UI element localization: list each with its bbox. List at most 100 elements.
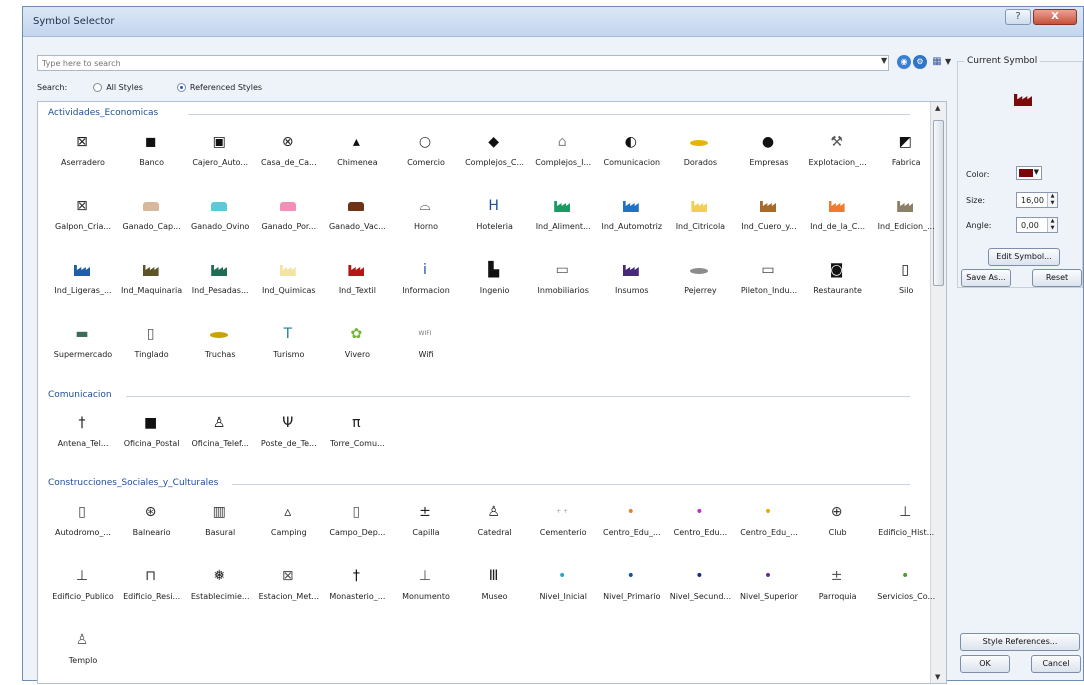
symbol-item[interactable]: ♙ Oficina_Telef... <box>185 412 255 466</box>
symbol-item[interactable]: Insumos <box>597 259 667 313</box>
symbol-item[interactable]: WIFI Wifi <box>391 323 461 377</box>
symbol-item[interactable]: i Informacion <box>391 259 461 313</box>
symbol-item[interactable]: ▙ Ingenio <box>460 259 530 313</box>
symbol-item[interactable]: ♙ Catedral <box>460 501 530 555</box>
size-spinner-arrows-icon[interactable]: ▲ ▼ <box>1047 193 1057 207</box>
symbol-item[interactable]: ▬ Supermercado <box>48 323 118 377</box>
symbol-item[interactable]: π Torre_Comu... <box>322 412 392 466</box>
symbol-item[interactable]: Ind_de_la_C... <box>803 195 873 249</box>
symbol-item[interactable]: Ganado_Vac... <box>322 195 392 249</box>
symbol-item[interactable]: Ganado_Cap... <box>117 195 187 249</box>
symbol-item[interactable]: ◩ Fabrica <box>871 131 941 185</box>
symbol-item[interactable]: ◆ Complejos_C... <box>460 131 530 185</box>
symbol-item[interactable]: • Servicios_Co... <box>871 565 941 619</box>
symbol-item[interactable]: ● Empresas <box>734 131 804 185</box>
symbol-item[interactable]: ▵ Camping <box>254 501 324 555</box>
symbol-item[interactable]: ♙ Templo <box>48 629 118 683</box>
symbol-item[interactable]: Truchas <box>185 323 255 377</box>
symbol-item[interactable]: ⊠ Galpon_Cria... <box>48 195 118 249</box>
symbol-item[interactable]: Ind_Pesadas... <box>185 259 255 313</box>
symbol-item[interactable]: • Centro_Edu... <box>665 501 735 555</box>
symbol-item[interactable]: • Nivel_Inicial <box>528 565 598 619</box>
symbol-item[interactable]: † Monasterio_... <box>322 565 392 619</box>
symbol-item[interactable]: ❅ Establecimie... <box>185 565 255 619</box>
angle-spinner[interactable]: 0,00 ▲ ▼ <box>1016 217 1058 233</box>
style-references-button[interactable]: Style References... <box>960 633 1080 651</box>
symbol-item[interactable]: Ind_Ligeras_... <box>48 259 118 313</box>
symbol-item[interactable]: Ind_Cuero_y... <box>734 195 804 249</box>
symbol-item[interactable]: Ⅲ Museo <box>460 565 530 619</box>
symbol-item[interactable]: ⊠ Aserradero <box>48 131 118 185</box>
ok-button[interactable]: OK <box>960 655 1010 673</box>
symbol-item[interactable]: Pejerrey <box>665 259 735 313</box>
symbol-item[interactable]: ⊥ Edificio_Hist... <box>871 501 941 555</box>
symbol-item[interactable]: ⚒ Explotacion_... <box>803 131 873 185</box>
symbol-item[interactable]: ⊕ Club <box>803 501 873 555</box>
search-dropdown-icon[interactable]: ▼ <box>881 56 891 70</box>
symbol-item[interactable]: H Hoteleria <box>460 195 530 249</box>
symbol-item[interactable]: ⊥ Monumento <box>391 565 461 619</box>
symbol-item[interactable]: ⌂ Complejos_I... <box>528 131 598 185</box>
symbol-item[interactable]: ⊗ Casa_de_Ca... <box>254 131 324 185</box>
search-icon[interactable]: ◉ <box>897 55 911 69</box>
cancel-button[interactable]: Cancel <box>1031 655 1081 673</box>
referenced-styles-radio[interactable] <box>176 82 186 92</box>
symbol-item[interactable]: Ind_Textil <box>322 259 392 313</box>
symbol-item[interactable]: Ganado_Ovino <box>185 195 255 249</box>
symbol-item[interactable]: ○ Comercio <box>391 131 461 185</box>
symbol-item[interactable]: ◼ Banco <box>117 131 187 185</box>
view-options-icon[interactable]: ▦ <box>931 55 943 69</box>
symbol-item[interactable]: Ind_Edicion_... <box>871 195 941 249</box>
symbol-item[interactable]: Ψ Poste_de_Te... <box>254 412 324 466</box>
symbol-item[interactable]: + + Cementerio <box>528 501 598 555</box>
save-as-button[interactable]: Save As... <box>961 269 1011 287</box>
symbol-item[interactable]: Dorados <box>665 131 735 185</box>
symbol-item[interactable]: † Antena_Tel... <box>48 412 118 466</box>
symbol-item[interactable]: ⌓ Horno <box>391 195 461 249</box>
symbol-item[interactable]: ⊥ Edificio_Publico <box>48 565 118 619</box>
symbol-item[interactable]: ◐ Comunicacion <box>597 131 667 185</box>
reset-button[interactable]: Reset <box>1032 269 1082 287</box>
symbol-item[interactable]: ± Capilla <box>391 501 461 555</box>
symbol-item[interactable]: Ind_Automotriz <box>597 195 667 249</box>
symbol-item[interactable]: ± Parroquia <box>803 565 873 619</box>
scroll-up-icon[interactable]: ▲ <box>935 104 940 112</box>
symbol-item[interactable]: • Nivel_Superior <box>734 565 804 619</box>
symbol-item[interactable]: ⊛ Balneario <box>117 501 187 555</box>
symbol-item[interactable]: ▥ Basural <box>185 501 255 555</box>
edit-symbol-button[interactable]: Edit Symbol... <box>988 248 1060 266</box>
symbol-item[interactable]: Ganado_Por... <box>254 195 324 249</box>
symbol-item[interactable]: ⊠ Estacion_Met... <box>254 565 324 619</box>
symbol-item[interactable]: • Nivel_Secund... <box>665 565 735 619</box>
all-styles-radio[interactable] <box>93 82 103 92</box>
color-picker[interactable]: ▼ <box>1016 166 1042 180</box>
symbol-item[interactable]: • Centro_Edu_... <box>734 501 804 555</box>
close-button[interactable]: X <box>1033 9 1077 25</box>
help-button[interactable]: ? <box>1005 9 1031 25</box>
search-input[interactable] <box>37 55 889 71</box>
symbol-item[interactable]: ▭ Pileton_Indu... <box>734 259 804 313</box>
symbol-item[interactable]: ■ Oficina_Postal <box>117 412 187 466</box>
symbol-item[interactable]: Ind_Quimicas <box>254 259 324 313</box>
size-spinner[interactable]: 16,00 ▲ ▼ <box>1016 192 1058 208</box>
style-filter-icon[interactable]: ⚙ <box>913 55 927 69</box>
angle-spinner-arrows-icon[interactable]: ▲ ▼ <box>1047 218 1057 232</box>
symbol-item[interactable]: ✿ Vivero <box>322 323 392 377</box>
symbol-item[interactable]: T Turismo <box>254 323 324 377</box>
view-options-dropdown-icon[interactable]: ▼ <box>945 57 951 66</box>
symbol-item[interactable]: ▴ Chimenea <box>322 131 392 185</box>
symbol-item[interactable]: ▯ Autodromo_... <box>48 501 118 555</box>
symbol-item[interactable]: Ind_Aliment... <box>528 195 598 249</box>
symbol-item[interactable]: Ind_Citricola <box>665 195 735 249</box>
symbol-list[interactable]: ▲ ▼ Actividades_Economicas ⊠ Aserradero ◼ Ba… <box>37 101 947 684</box>
symbol-item[interactable]: ⊓ Edificio_Resi... <box>117 565 187 619</box>
symbol-item[interactable]: • Nivel_Primario <box>597 565 667 619</box>
symbol-item[interactable]: ◙ Restaurante <box>803 259 873 313</box>
symbol-item[interactable]: ▭ Inmobiliarios <box>528 259 598 313</box>
symbol-item[interactable]: ▯ Campo_Dep... <box>322 501 392 555</box>
symbol-item[interactable]: Ind_Maquinaria <box>117 259 187 313</box>
symbol-item[interactable]: • Centro_Edu_... <box>597 501 667 555</box>
scroll-down-icon[interactable]: ▼ <box>935 673 940 681</box>
symbol-item[interactable]: ▯ Silo <box>871 259 941 313</box>
symbol-item[interactable]: ▣ Cajero_Auto... <box>185 131 255 185</box>
